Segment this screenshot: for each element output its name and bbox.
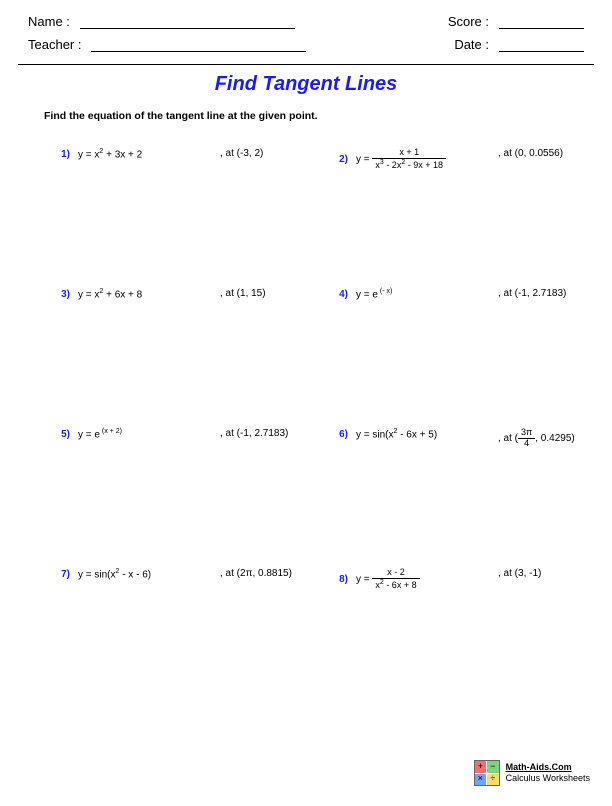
problem-equation: y = x - 2x2 - 6x + 8 <box>356 568 420 591</box>
problem-number: 4) <box>328 289 348 300</box>
problem-number: 1) <box>50 149 70 160</box>
name-blank <box>80 15 295 29</box>
problem-point: , at (2π, 0.8815) <box>220 568 292 579</box>
problem: 3) y = x2 + 6x + 8 <box>50 288 142 300</box>
problem: 2) y = x + 1x3 - 2x2 - 9x + 18 <box>328 148 446 171</box>
problem: 7) y = sin(x2 - x - 6) <box>50 568 151 580</box>
problem-number: 8) <box>328 574 348 585</box>
date-label: Date : <box>454 37 489 52</box>
footer-text: Math-Aids.Com Calculus Worksheets <box>506 762 590 784</box>
problem-equation: y = x + 1x3 - 2x2 - 9x + 18 <box>356 148 446 171</box>
problem-point: , at (-1, 2.7183) <box>498 288 566 299</box>
problem-equation: y = sin(x2 - x - 6) <box>78 568 151 580</box>
header-divider <box>18 64 594 65</box>
name-label: Name : <box>28 14 70 29</box>
problem-number: 3) <box>50 289 70 300</box>
name-field: Name : <box>28 14 295 29</box>
problem: 1) y = x2 + 3x + 2 <box>50 148 142 160</box>
problem-equation: y = x2 + 6x + 8 <box>78 288 142 300</box>
header-row-1: Name : Score : <box>0 14 612 29</box>
teacher-field: Teacher : <box>28 37 306 52</box>
problem-number: 5) <box>50 429 70 440</box>
problem-equation: y = e (x + 2) <box>78 428 122 440</box>
page-title: Find Tangent Lines <box>0 73 612 96</box>
footer-subtitle: Calculus Worksheets <box>506 773 590 784</box>
problem: 5) y = e (x + 2) <box>50 428 122 440</box>
date-field: Date : <box>454 37 584 52</box>
score-label: Score : <box>448 14 489 29</box>
problem-equation: y = sin(x2 - 6x + 5) <box>356 428 437 440</box>
problem: 4) y = e (- x) <box>328 288 392 300</box>
problem-number: 6) <box>328 429 348 440</box>
footer: + − × ÷ Math-Aids.Com Calculus Worksheet… <box>474 760 590 786</box>
score-blank <box>499 15 584 29</box>
problem-point: , at (-1, 2.7183) <box>220 428 288 439</box>
score-field: Score : <box>448 14 584 29</box>
teacher-label: Teacher : <box>28 37 81 52</box>
date-blank <box>499 38 584 52</box>
footer-link: Math-Aids.Com <box>506 762 590 773</box>
problem-number: 7) <box>50 569 70 580</box>
problem: 8) y = x - 2x2 - 6x + 8 <box>328 568 420 591</box>
problem-point: , at (0, 0.0556) <box>498 148 563 159</box>
problem-point: , at (1, 15) <box>220 288 266 299</box>
problem: 6) y = sin(x2 - 6x + 5) <box>328 428 437 440</box>
problem-equation: y = e (- x) <box>356 288 392 300</box>
problem-equation: y = x2 + 3x + 2 <box>78 148 142 160</box>
problem-point: , at (3π4, 0.4295) <box>498 428 575 449</box>
teacher-blank <box>91 38 306 52</box>
header-row-2: Teacher : Date : <box>0 37 612 52</box>
problem-point: , at (3, -1) <box>498 568 541 579</box>
instructions: Find the equation of the tangent line at… <box>44 110 612 122</box>
problem-point: , at (-3, 2) <box>220 148 263 159</box>
math-aids-icon: + − × ÷ <box>474 760 500 786</box>
problem-number: 2) <box>328 154 348 165</box>
